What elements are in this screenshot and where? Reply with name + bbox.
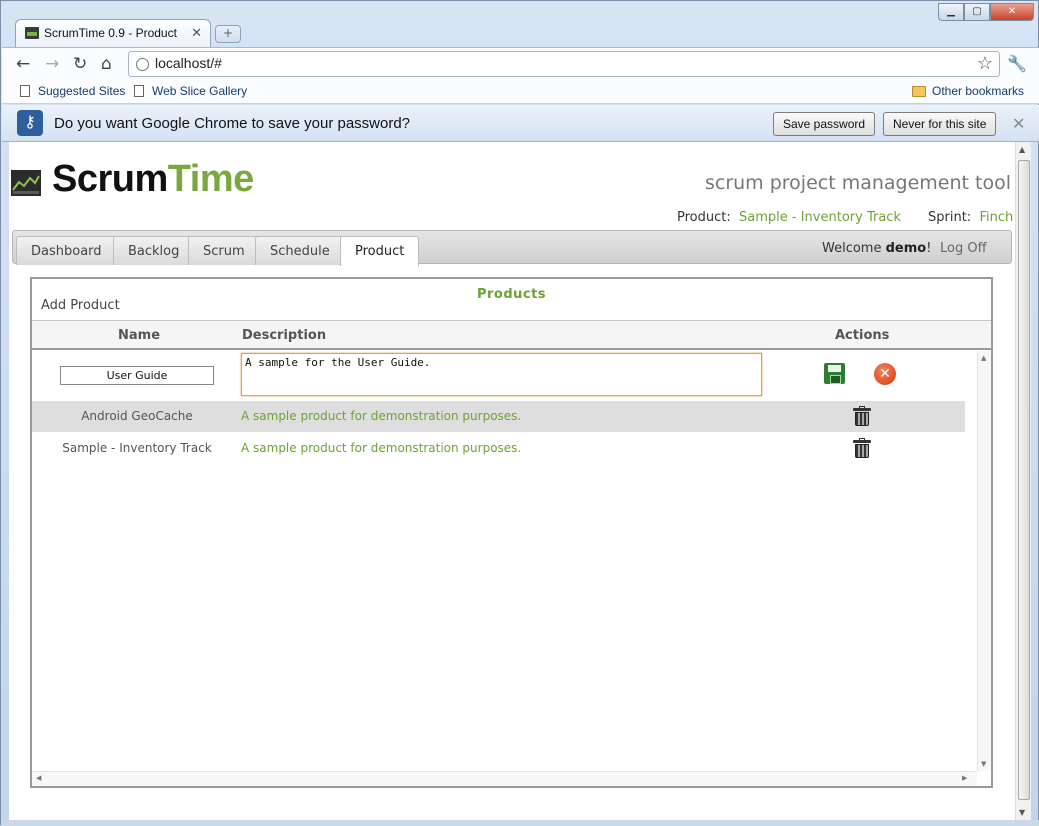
browser-tab[interactable]: ScrumTime 0.9 - Product ✕ (15, 19, 211, 47)
back-arrow-icon[interactable]: ← (16, 54, 30, 74)
tab-schedule[interactable]: Schedule (255, 236, 345, 265)
scrollbar-thumb[interactable] (1018, 160, 1030, 800)
product-name-input[interactable]: User Guide (60, 366, 214, 385)
bookmark-label: Suggested Sites (38, 84, 126, 98)
logo-scrum: Scrum (52, 158, 168, 200)
tab-product[interactable]: Product (340, 236, 420, 266)
log-off-link[interactable]: Log Off (940, 241, 987, 256)
maximize-button[interactable]: ▢ (964, 3, 990, 21)
column-name[interactable]: Name (118, 328, 160, 343)
password-infobar: ⚷ Do you want Google Chrome to save your… (2, 105, 1039, 142)
page-icon (134, 85, 144, 97)
save-password-button[interactable]: Save password (773, 112, 876, 136)
scrumtime-favicon-icon (25, 27, 39, 39)
bookmarks-bar: Suggested Sites Web Slice Gallery Other … (2, 80, 1039, 104)
forward-arrow-icon[interactable]: → (45, 54, 59, 74)
page-content: ScrumTime scrum project management tool … (9, 142, 1015, 820)
products-table-body: User Guide A sample for the User Guide. … (32, 351, 975, 771)
tab-backlog[interactable]: Backlog (113, 236, 195, 265)
tagline: scrum project management tool (704, 172, 1011, 194)
url-text: localhost/# (155, 55, 222, 71)
product-description-input[interactable]: A sample for the User Guide. (241, 353, 762, 396)
welcome-suffix: ! (926, 241, 932, 256)
tab-close-icon[interactable]: ✕ (191, 25, 202, 41)
other-bookmarks[interactable]: Other bookmarks (912, 84, 1024, 98)
scroll-down-icon[interactable]: ▼ (981, 760, 986, 768)
welcome-user: demo (885, 241, 927, 256)
reload-icon[interactable]: ↻ (73, 54, 87, 74)
other-bookmarks-label: Other bookmarks (932, 84, 1025, 98)
bookmark-web-slice-gallery[interactable]: Web Slice Gallery (134, 84, 247, 98)
tab-dashboard[interactable]: Dashboard (16, 236, 117, 265)
sprint-label: Sprint: (928, 210, 972, 225)
home-icon[interactable]: ⌂ (101, 54, 112, 74)
window-bottom-border (1, 820, 1039, 826)
page-icon (20, 85, 30, 97)
products-title: Products (476, 287, 547, 302)
add-product-link[interactable]: Add Product (41, 298, 120, 313)
products-panel: Products Add Product Name Description Ac… (30, 277, 993, 788)
title-bar: ScrumTime 0.9 - Product ✕ + ▁ ▢ ✕ (1, 1, 1038, 47)
main-nav: Dashboard Backlog Scrum Schedule Product… (12, 230, 1012, 266)
page-vertical-scrollbar[interactable]: ▲ ▼ (1015, 142, 1031, 820)
tab-scrum[interactable]: Scrum (188, 236, 260, 265)
address-bar[interactable]: localhost/# ☆ (128, 51, 1000, 77)
product-name: Sample - Inventory Track (62, 441, 212, 455)
browser-window: ScrumTime 0.9 - Product ✕ + ▁ ▢ ✕ ← → ↻ … (0, 0, 1039, 826)
product-value[interactable]: Sample - Inventory Track (739, 210, 901, 225)
scroll-up-icon[interactable]: ▲ (981, 354, 986, 362)
globe-icon (136, 58, 149, 71)
folder-icon (912, 86, 926, 97)
table-row[interactable]: Sample - Inventory Track A sample produc… (32, 433, 965, 464)
browser-toolbar: ← → ↻ ⌂ localhost/# ☆ 🔧 (2, 47, 1039, 80)
scroll-up-icon[interactable]: ▲ (1019, 145, 1025, 154)
sprint-value[interactable]: Finch (979, 210, 1013, 225)
minimize-button[interactable]: ▁ (938, 3, 964, 21)
save-icon[interactable] (824, 363, 845, 384)
scroll-down-icon[interactable]: ▼ (1019, 808, 1025, 817)
bookmark-suggested-sites[interactable]: Suggested Sites (20, 84, 125, 98)
close-window-button[interactable]: ✕ (990, 3, 1034, 21)
table-vertical-scrollbar[interactable]: ▲ ▼ (977, 351, 991, 771)
infobar-close-icon[interactable]: ✕ (1012, 114, 1025, 134)
tab-title: ScrumTime 0.9 - Product (44, 26, 177, 40)
trash-icon[interactable] (853, 406, 871, 426)
edit-product-row: User Guide A sample for the User Guide. … (32, 351, 975, 401)
new-tab-button[interactable]: + (215, 25, 241, 43)
bookmark-label: Web Slice Gallery (152, 84, 248, 98)
product-label: Product: (677, 210, 731, 225)
welcome-message: Welcome demo! (822, 241, 931, 256)
bookmark-star-icon[interactable]: ☆ (977, 53, 993, 74)
product-description: A sample product for demonstration purpo… (241, 409, 522, 423)
product-description: A sample product for demonstration purpo… (241, 441, 522, 455)
scroll-left-icon[interactable]: ◀ (36, 774, 41, 782)
column-actions: Actions (835, 328, 890, 343)
infobar-message: Do you want Google Chrome to save your p… (54, 115, 411, 132)
cancel-icon[interactable]: ✕ (874, 363, 896, 385)
product-context: Product: Sample - Inventory Track (677, 210, 901, 225)
table-row[interactable]: Android GeoCache A sample product for de… (32, 401, 965, 432)
window-controls: ▁ ▢ ✕ (938, 3, 1034, 21)
column-description[interactable]: Description (242, 328, 326, 343)
scroll-right-icon[interactable]: ▶ (962, 774, 967, 782)
app-logo[interactable]: ScrumTime (52, 158, 254, 201)
scrumtime-logo-icon (11, 170, 41, 196)
trash-icon[interactable] (853, 438, 871, 458)
key-icon: ⚷ (17, 110, 43, 136)
table-horizontal-scrollbar[interactable]: ◀ ▶ (32, 771, 977, 786)
sprint-context: Sprint: Finch (928, 210, 1013, 225)
welcome-prefix: Welcome (822, 241, 886, 256)
logo-time: Time (167, 158, 255, 200)
product-name: Android GeoCache (81, 409, 193, 423)
never-for-this-site-button[interactable]: Never for this site (883, 112, 997, 136)
products-table-header: Name Description Actions (32, 320, 991, 350)
wrench-icon[interactable]: 🔧 (1007, 54, 1027, 73)
